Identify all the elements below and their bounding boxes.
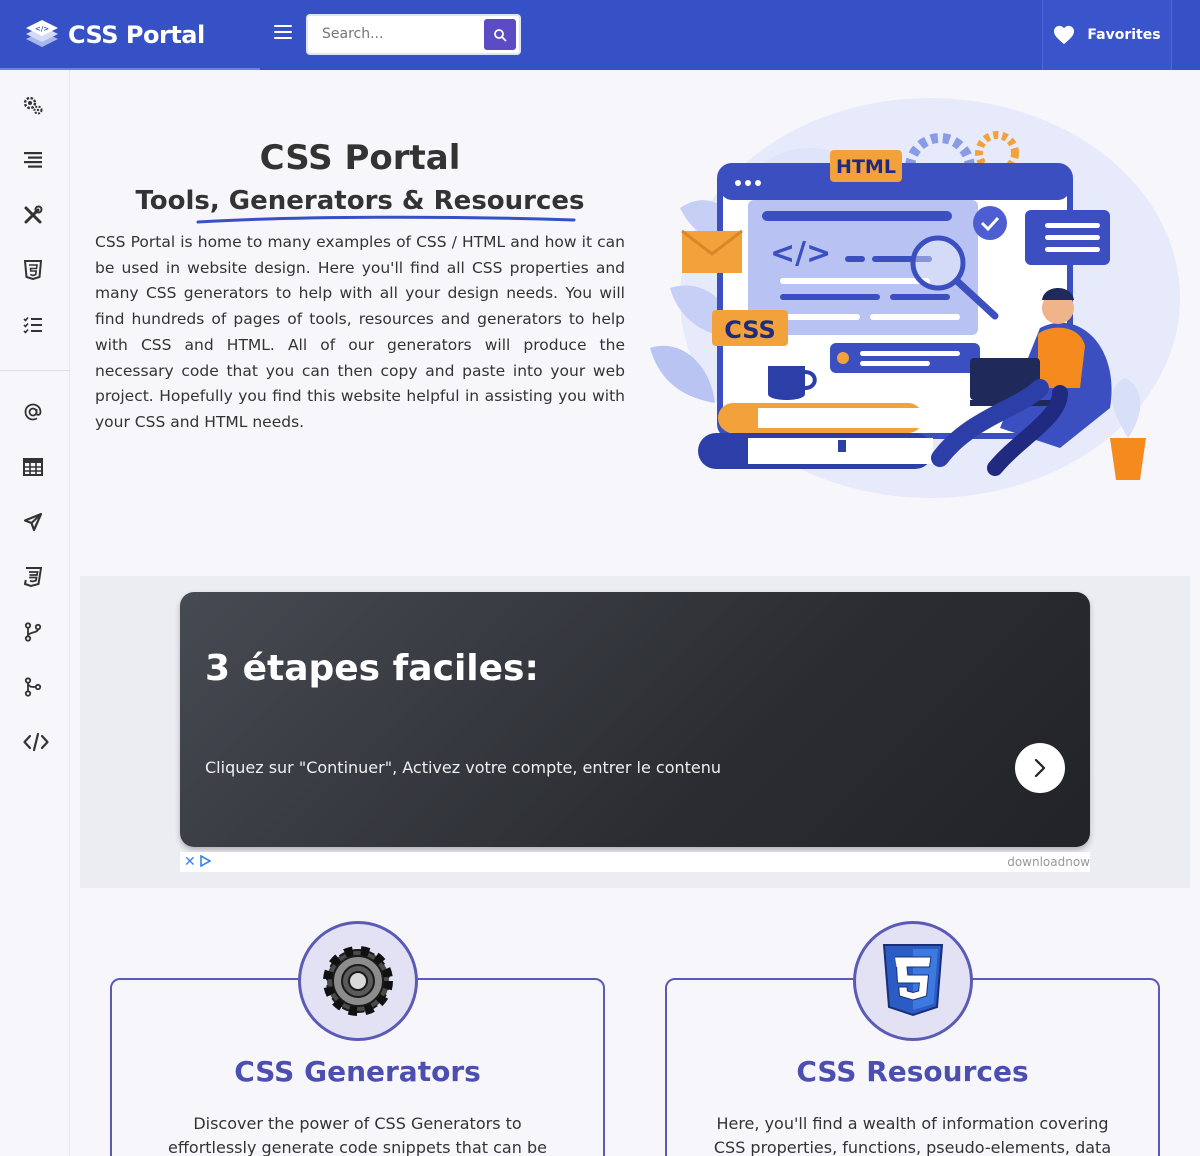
search-input[interactable]	[322, 16, 482, 53]
sidebar-divider	[0, 370, 70, 371]
code-symbol: </>	[770, 236, 831, 271]
css3-shield-icon	[882, 944, 944, 1017]
svg-text:</>: </>	[35, 25, 49, 33]
heart-icon	[1054, 25, 1075, 45]
checklist-icon[interactable]	[21, 313, 45, 337]
tools-icon[interactable]	[21, 203, 45, 227]
ad-brand[interactable]: downloadnow	[1007, 855, 1090, 869]
menu-toggle-icon[interactable]	[274, 25, 292, 43]
table-icon[interactable]	[21, 455, 45, 479]
ad-card[interactable]: 3 étapes faciles: Cliquez sur "Continuer…	[180, 592, 1090, 847]
html-badge: HTML	[836, 156, 896, 178]
subtitle-underline	[196, 215, 576, 224]
ad-title: 3 étapes faciles:	[205, 648, 539, 689]
code-icon[interactable]	[22, 730, 50, 754]
css-generators-title[interactable]: CSS Generators	[110, 1055, 605, 1088]
html5-icon[interactable]	[21, 258, 45, 282]
css3-icon[interactable]	[21, 565, 45, 589]
logo-text: CSS Portal	[68, 21, 205, 49]
chevron-right-icon	[1034, 758, 1046, 778]
favorites-label: Favorites	[1087, 27, 1161, 43]
ad-next-button[interactable]	[1015, 743, 1065, 793]
hero-illustration: </> HTML CSS	[650, 98, 1180, 498]
git-branch-icon[interactable]	[21, 620, 45, 644]
send-icon[interactable]	[21, 510, 45, 534]
at-sign-icon[interactable]	[21, 400, 45, 424]
search-button[interactable]	[484, 19, 516, 50]
css-generators-text: Discover the power of CSS Generators to …	[168, 1114, 547, 1156]
sidebar	[0, 70, 70, 1156]
page-subtitle: Tools, Generators & Resources	[135, 186, 585, 216]
css-badge: CSS	[724, 316, 776, 344]
css-generators-icon-circle	[298, 921, 418, 1041]
favorites-button[interactable]: Favorites	[1042, 0, 1172, 70]
page-title: CSS Portal	[259, 138, 461, 178]
gear-icon	[323, 946, 393, 1016]
ad-close-icon[interactable]: ✕	[184, 854, 196, 870]
search-box	[306, 14, 521, 55]
search-icon	[494, 28, 507, 41]
ad-text: Cliquez sur "Continuer", Activez votre c…	[205, 758, 722, 777]
ad-footer: ✕ downloadnow	[180, 852, 1090, 872]
top-bar: </> CSS Portal Favorites	[0, 0, 1200, 70]
git-merge-icon[interactable]	[21, 675, 45, 699]
css-resources-title[interactable]: CSS Resources	[665, 1055, 1160, 1088]
gears-icon[interactable]	[21, 93, 45, 117]
adchoices-icon[interactable]	[199, 855, 211, 867]
hero-description: CSS Portal is home to many examples of C…	[95, 233, 625, 431]
align-right-icon[interactable]	[21, 148, 45, 172]
site-logo[interactable]: </> CSS Portal	[24, 17, 205, 53]
css-resources-icon-circle	[853, 921, 973, 1041]
css-resources-text: Here, you'll find a wealth of informatio…	[713, 1114, 1112, 1156]
logo-stack-icon: </>	[24, 17, 60, 53]
